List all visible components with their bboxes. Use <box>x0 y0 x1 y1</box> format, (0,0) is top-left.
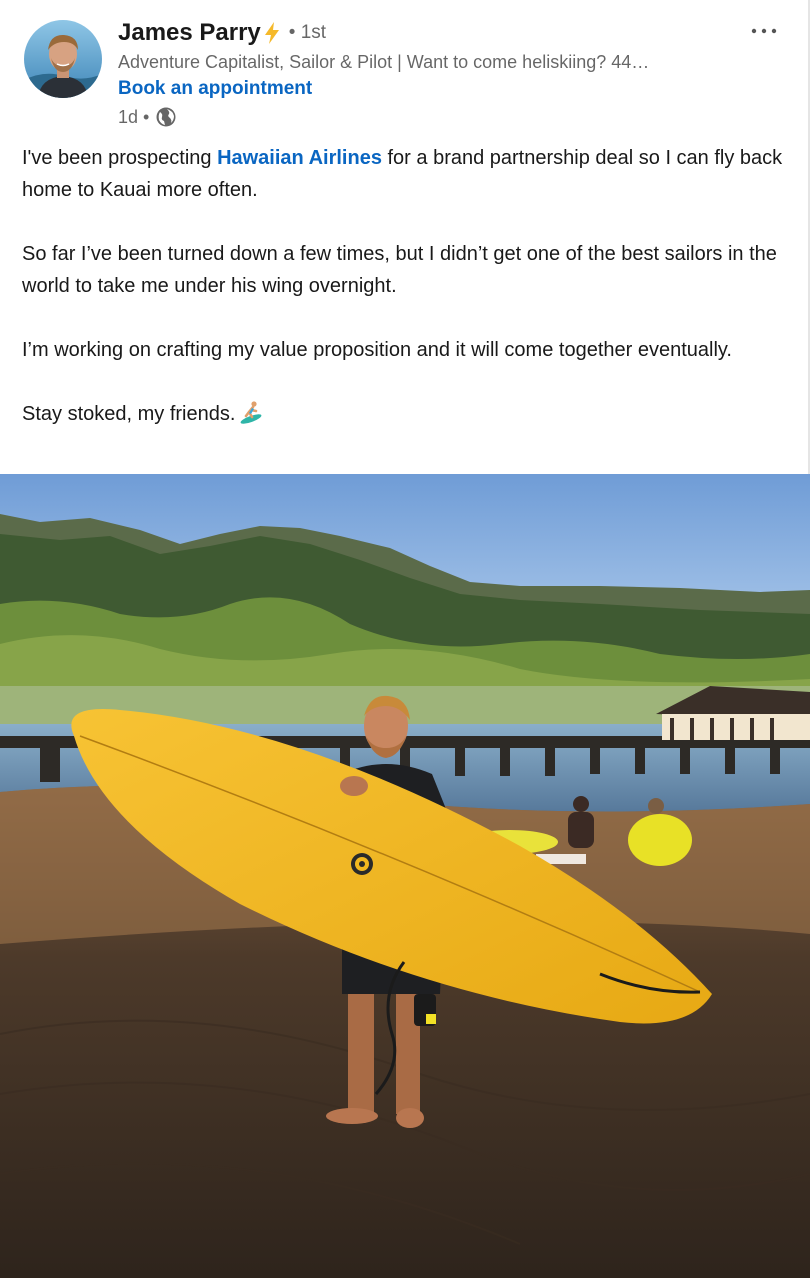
post-text-segment: Stay stoked, my friends. <box>22 403 236 425</box>
author-name-row: James Parry • 1st <box>118 16 326 50</box>
post-body: I've been prospecting Hawaiian Airlines … <box>22 142 792 430</box>
post-paragraph: I've been prospecting Hawaiian Airlines … <box>22 142 792 206</box>
post-time: 1d • <box>118 106 150 127</box>
post-paragraph: So far I’ve been turned down a few times… <box>22 243 777 297</box>
post-paragraph: I’m working on crafting my value proposi… <box>22 339 732 361</box>
post-photo[interactable] <box>0 474 810 1278</box>
post-paragraph: Stay stoked, my friends. <box>22 398 792 430</box>
author-headline: Adventure Capitalist, Sailor & Pilot | W… <box>118 52 650 72</box>
book-appointment-link[interactable]: Book an appointment <box>118 78 312 100</box>
post-card: James Parry • 1st Adventure Capitalist, … <box>0 0 810 1278</box>
lightning-bolt-icon <box>263 21 281 45</box>
globe-icon <box>155 106 177 128</box>
author-name[interactable]: James Parry <box>118 19 261 47</box>
author-avatar[interactable] <box>24 20 102 98</box>
connection-degree: • 1st <box>288 22 327 43</box>
surfer-emoji-icon <box>239 400 263 424</box>
more-options-icon[interactable] <box>746 20 782 42</box>
post-meta: 1d • <box>118 104 177 130</box>
company-mention-link[interactable]: Hawaiian Airlines <box>217 147 382 169</box>
post-text-segment: I've been prospecting <box>22 147 218 169</box>
